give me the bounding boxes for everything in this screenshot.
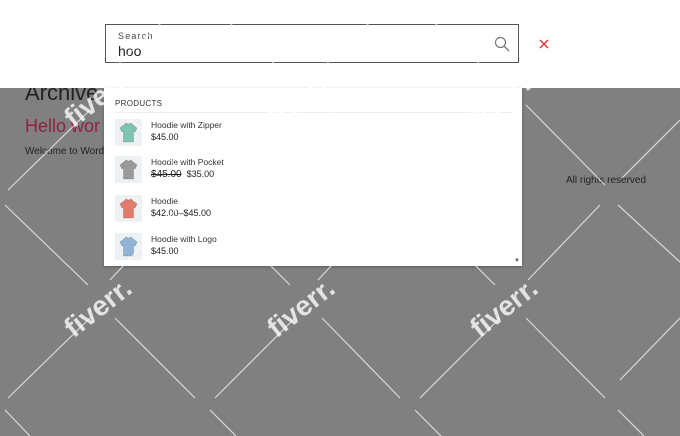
page: Archive Hello wor Welcome to Word All ri…	[0, 0, 680, 436]
search-input[interactable]	[118, 42, 478, 60]
search-box[interactable]: Search	[105, 24, 519, 63]
result-item[interactable]: Hoodie with Pocket $45.00 $35.00	[115, 156, 515, 186]
price: $45.00	[151, 246, 179, 256]
hoodie-icon	[119, 159, 138, 180]
sale-price: $35.00	[186, 169, 215, 179]
result-item[interactable]: Hoodie with Zipper $45.00	[115, 119, 515, 149]
price: $45.00	[151, 132, 179, 142]
scroll-down-arrow-icon[interactable]: ▼	[514, 258, 520, 264]
rights-text: All rights reserved	[566, 175, 647, 186]
result-name[interactable]: Hoodie with Zipper	[151, 120, 222, 130]
product-thumbnail[interactable]	[115, 233, 142, 260]
search-header: Search	[0, 0, 680, 88]
result-price: $45.00	[151, 132, 179, 142]
search-icon[interactable]	[494, 36, 510, 52]
close-icon[interactable]	[537, 37, 551, 51]
result-item[interactable]: Hoodie with Logo $45.00	[115, 233, 515, 263]
hoodie-icon	[119, 198, 138, 219]
product-thumbnail[interactable]	[115, 195, 142, 222]
result-name[interactable]: Hoodie with Pocket	[151, 157, 224, 167]
result-price: $45.00	[151, 246, 179, 256]
hello-heading[interactable]: Hello wor	[25, 116, 100, 137]
result-price: $45.00 $35.00	[151, 169, 214, 180]
result-name[interactable]: Hoodie with Logo	[151, 234, 217, 244]
result-price: $42.00–$45.00	[151, 208, 211, 218]
search-results-dropdown: PRODUCTS Hoodie with Zipper $45.00 Hoodi…	[104, 88, 522, 266]
divider	[115, 112, 513, 113]
price: $42.00–$45.00	[151, 208, 212, 218]
hoodie-icon	[119, 236, 138, 257]
results-heading: PRODUCTS	[115, 99, 163, 108]
result-name[interactable]: Hoodie	[151, 196, 178, 206]
hoodie-icon	[119, 122, 138, 143]
result-item[interactable]: Hoodie $42.00–$45.00	[115, 195, 515, 225]
product-thumbnail[interactable]	[115, 119, 142, 146]
welcome-text: Welcome to Word	[25, 146, 105, 157]
search-label: Search	[118, 31, 154, 41]
product-thumbnail[interactable]	[115, 156, 142, 183]
old-price: $45.00	[151, 169, 182, 180]
